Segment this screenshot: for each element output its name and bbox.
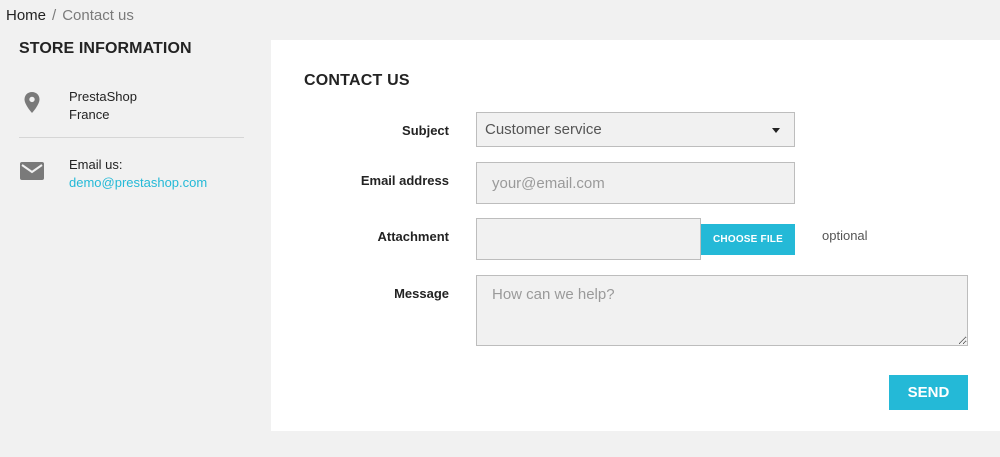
attachment-label: Attachment — [377, 229, 449, 244]
store-country: France — [69, 107, 110, 122]
email-us-label: Email us: — [69, 157, 123, 172]
subject-select[interactable]: Customer service — [476, 112, 795, 147]
store-email-link[interactable]: demo@prestashop.com — [69, 175, 207, 190]
email-address-label: Email address — [360, 173, 449, 188]
breadcrumb-current: Contact us — [62, 7, 134, 24]
contact-us-title: CONTACT US — [304, 72, 410, 89]
store-address: PrestaShop France — [69, 88, 137, 124]
store-name: PrestaShop — [69, 89, 137, 104]
attachment-filename-field[interactable] — [476, 218, 701, 260]
message-textarea[interactable] — [476, 275, 968, 346]
subject-label: Subject — [402, 123, 449, 138]
breadcrumb: Home / Contact us — [6, 7, 134, 24]
email-address-input[interactable] — [476, 162, 795, 204]
store-email: Email us: demo@prestashop.com — [69, 156, 207, 192]
map-pin-icon — [24, 92, 40, 113]
envelope-icon — [20, 162, 44, 180]
subject-selected-value: Customer service — [485, 121, 602, 138]
breadcrumb-separator: / — [52, 7, 57, 24]
choose-file-button[interactable]: CHOOSE FILE — [701, 224, 795, 255]
store-email-block: Email us: demo@prestashop.com — [19, 156, 244, 206]
attachment-optional-note: optional — [822, 228, 868, 243]
store-address-block: PrestaShop France — [19, 88, 244, 138]
message-label: Message — [394, 286, 449, 301]
contact-form-panel: CONTACT US Subject Customer service Emai… — [271, 40, 1000, 431]
send-button[interactable]: SEND — [889, 375, 968, 410]
caret-down-icon — [772, 128, 780, 133]
store-information-title: STORE INFORMATION — [19, 40, 192, 57]
breadcrumb-home-link[interactable]: Home — [6, 7, 46, 24]
